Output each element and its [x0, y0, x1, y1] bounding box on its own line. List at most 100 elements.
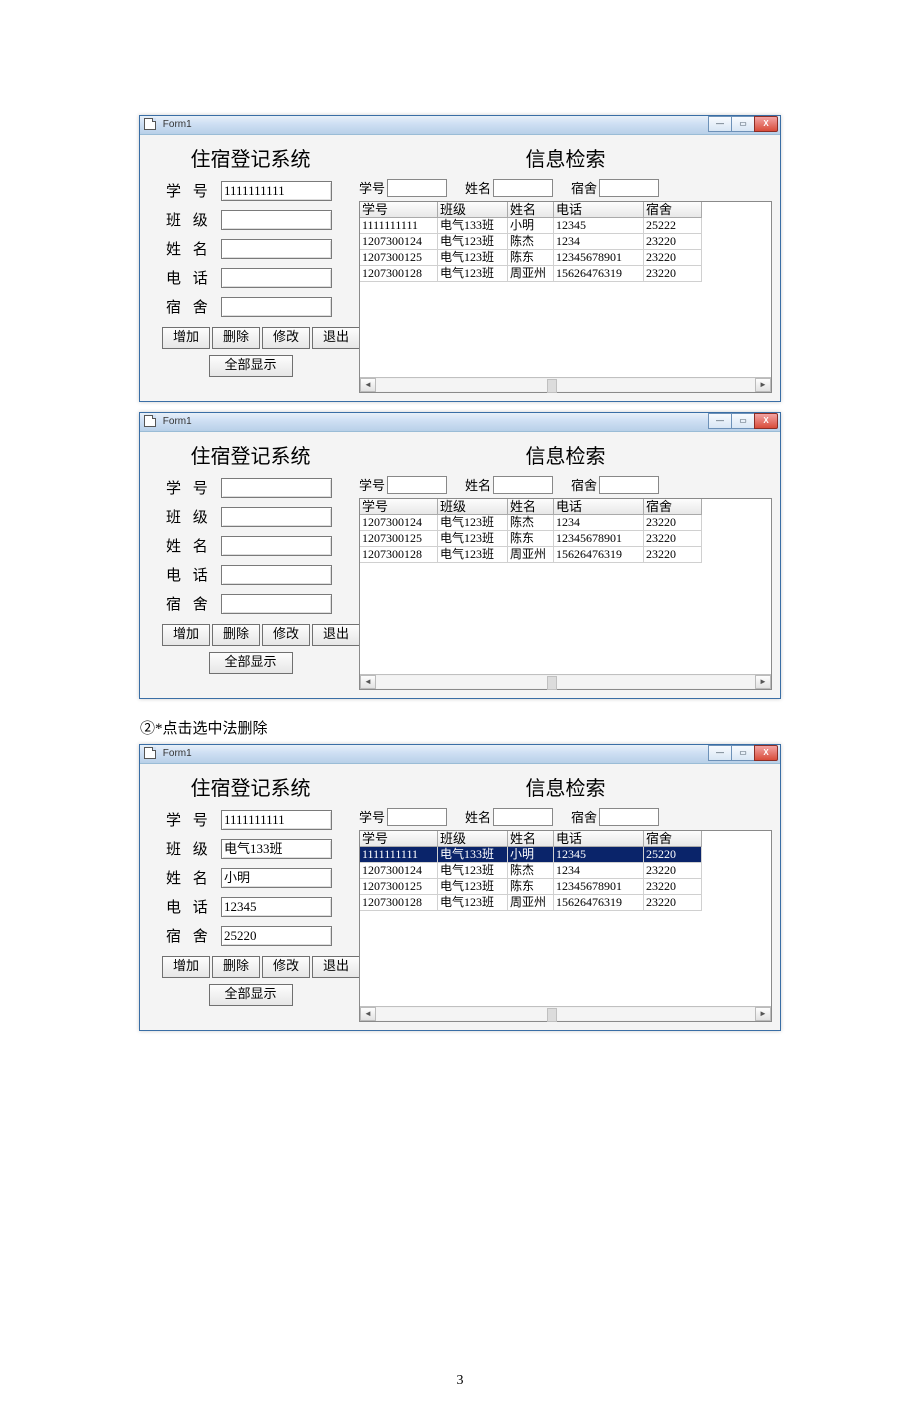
- titlebar[interactable]: Form1 — ▭ X: [140, 745, 780, 764]
- search-dorm-input[interactable]: [599, 476, 659, 494]
- table-row[interactable]: 1207300124电气123班陈杰123423220: [360, 515, 771, 531]
- column-header[interactable]: 班级: [438, 202, 508, 218]
- exit-button[interactable]: 退出: [312, 327, 360, 349]
- id-field[interactable]: 1111111111: [221, 810, 332, 830]
- class-field[interactable]: 电气133班: [221, 839, 332, 859]
- column-header[interactable]: 姓名: [508, 499, 554, 515]
- class-field[interactable]: [221, 210, 332, 230]
- table-row[interactable]: 1207300125电气123班陈东1234567890123220: [360, 879, 771, 895]
- search-dorm-input[interactable]: [599, 179, 659, 197]
- scroll-left-icon[interactable]: ◄: [360, 378, 376, 392]
- cell: 电气123班: [438, 863, 508, 879]
- horizontal-scrollbar[interactable]: ◄ ►: [360, 1006, 771, 1021]
- data-grid[interactable]: 学号班级姓名电话宿舍1111111111电气133班小明123452522212…: [359, 201, 772, 393]
- name-field[interactable]: 小明: [221, 868, 332, 888]
- table-row[interactable]: 1207300125电气123班陈东1234567890123220: [360, 250, 771, 266]
- dorm-field[interactable]: [221, 594, 332, 614]
- data-grid[interactable]: 学号班级姓名电话宿舍1111111111电气133班小明123452522012…: [359, 830, 772, 1022]
- search-name-input[interactable]: [493, 808, 553, 826]
- exit-button[interactable]: 退出: [312, 956, 360, 978]
- search-id-input[interactable]: [387, 476, 447, 494]
- cell: 小明: [508, 847, 554, 863]
- cell: 15626476319: [554, 547, 644, 563]
- table-row[interactable]: 1207300124电气123班陈杰123423220: [360, 234, 771, 250]
- edit-button[interactable]: 修改: [262, 327, 310, 349]
- right-panel-title: 信息检索: [359, 143, 772, 172]
- cell: 1207300124: [360, 234, 438, 250]
- table-row[interactable]: 1207300128电气123班周亚州1562647631923220: [360, 895, 771, 911]
- add-button[interactable]: 增加: [162, 624, 210, 646]
- cell: 15626476319: [554, 266, 644, 282]
- table-row[interactable]: 1111111111电气133班小明1234525222: [360, 218, 771, 234]
- column-header[interactable]: 姓名: [508, 831, 554, 847]
- table-row[interactable]: 1207300128电气123班周亚州1562647631923220: [360, 266, 771, 282]
- close-button[interactable]: X: [754, 116, 778, 132]
- maximize-button[interactable]: ▭: [731, 413, 755, 429]
- table-row[interactable]: 1111111111电气133班小明1234525220: [360, 847, 771, 863]
- column-header[interactable]: 学号: [360, 202, 438, 218]
- search-id-input[interactable]: [387, 179, 447, 197]
- cell: 陈杰: [508, 863, 554, 879]
- minimize-button[interactable]: —: [708, 745, 732, 761]
- cell: 周亚州: [508, 895, 554, 911]
- table-row[interactable]: 1207300124电气123班陈杰123423220: [360, 863, 771, 879]
- column-header[interactable]: 班级: [438, 499, 508, 515]
- column-header[interactable]: 宿舍: [644, 499, 702, 515]
- close-button[interactable]: X: [754, 413, 778, 429]
- phone-field[interactable]: [221, 565, 332, 585]
- dorm-field[interactable]: 25220: [221, 926, 332, 946]
- del-button[interactable]: 删除: [212, 624, 260, 646]
- titlebar[interactable]: Form1 — ▭ X: [140, 413, 780, 432]
- window-title: Form1: [163, 416, 192, 427]
- cell: 1207300125: [360, 879, 438, 895]
- minimize-button[interactable]: —: [708, 116, 732, 132]
- table-row[interactable]: 1207300125电气123班陈东1234567890123220: [360, 531, 771, 547]
- id-field[interactable]: [221, 478, 332, 498]
- search-name-input[interactable]: [493, 179, 553, 197]
- column-header[interactable]: 班级: [438, 831, 508, 847]
- column-header[interactable]: 姓名: [508, 202, 554, 218]
- column-header[interactable]: 学号: [360, 831, 438, 847]
- name-field[interactable]: [221, 239, 332, 259]
- minimize-button[interactable]: —: [708, 413, 732, 429]
- showall-button[interactable]: 全部显示: [209, 355, 293, 377]
- name-field[interactable]: [221, 536, 332, 556]
- column-header[interactable]: 学号: [360, 499, 438, 515]
- search-name-input[interactable]: [493, 476, 553, 494]
- showall-button[interactable]: 全部显示: [209, 652, 293, 674]
- phone-field[interactable]: [221, 268, 332, 288]
- app-icon: [144, 415, 156, 427]
- titlebar[interactable]: Form1 — ▭ X: [140, 116, 780, 135]
- add-button[interactable]: 增加: [162, 327, 210, 349]
- scroll-right-icon[interactable]: ►: [755, 378, 771, 392]
- maximize-button[interactable]: ▭: [731, 745, 755, 761]
- search-dorm-input[interactable]: [599, 808, 659, 826]
- column-header[interactable]: 电话: [554, 202, 644, 218]
- column-header[interactable]: 宿舍: [644, 831, 702, 847]
- column-header[interactable]: 宿舍: [644, 202, 702, 218]
- close-button[interactable]: X: [754, 745, 778, 761]
- add-button[interactable]: 增加: [162, 956, 210, 978]
- dorm-field[interactable]: [221, 297, 332, 317]
- data-grid[interactable]: 学号班级姓名电话宿舍1207300124电气123班陈杰123423220120…: [359, 498, 772, 690]
- del-button[interactable]: 删除: [212, 327, 260, 349]
- edit-button[interactable]: 修改: [262, 624, 310, 646]
- table-row[interactable]: 1207300128电气123班周亚州1562647631923220: [360, 547, 771, 563]
- maximize-button[interactable]: ▭: [731, 116, 755, 132]
- column-header[interactable]: 电话: [554, 499, 644, 515]
- id-field[interactable]: 1111111111: [221, 181, 332, 201]
- showall-button[interactable]: 全部显示: [209, 984, 293, 1006]
- column-header[interactable]: 电话: [554, 831, 644, 847]
- search-id-input[interactable]: [387, 808, 447, 826]
- phone-field[interactable]: 12345: [221, 897, 332, 917]
- horizontal-scrollbar[interactable]: ◄ ►: [360, 377, 771, 392]
- horizontal-scrollbar[interactable]: ◄ ►: [360, 674, 771, 689]
- cell: 25222: [644, 218, 702, 234]
- del-button[interactable]: 删除: [212, 956, 260, 978]
- exit-button[interactable]: 退出: [312, 624, 360, 646]
- cell: 23220: [644, 266, 702, 282]
- page-number: 3: [0, 1373, 920, 1389]
- cell: 陈东: [508, 879, 554, 895]
- class-field[interactable]: [221, 507, 332, 527]
- edit-button[interactable]: 修改: [262, 956, 310, 978]
